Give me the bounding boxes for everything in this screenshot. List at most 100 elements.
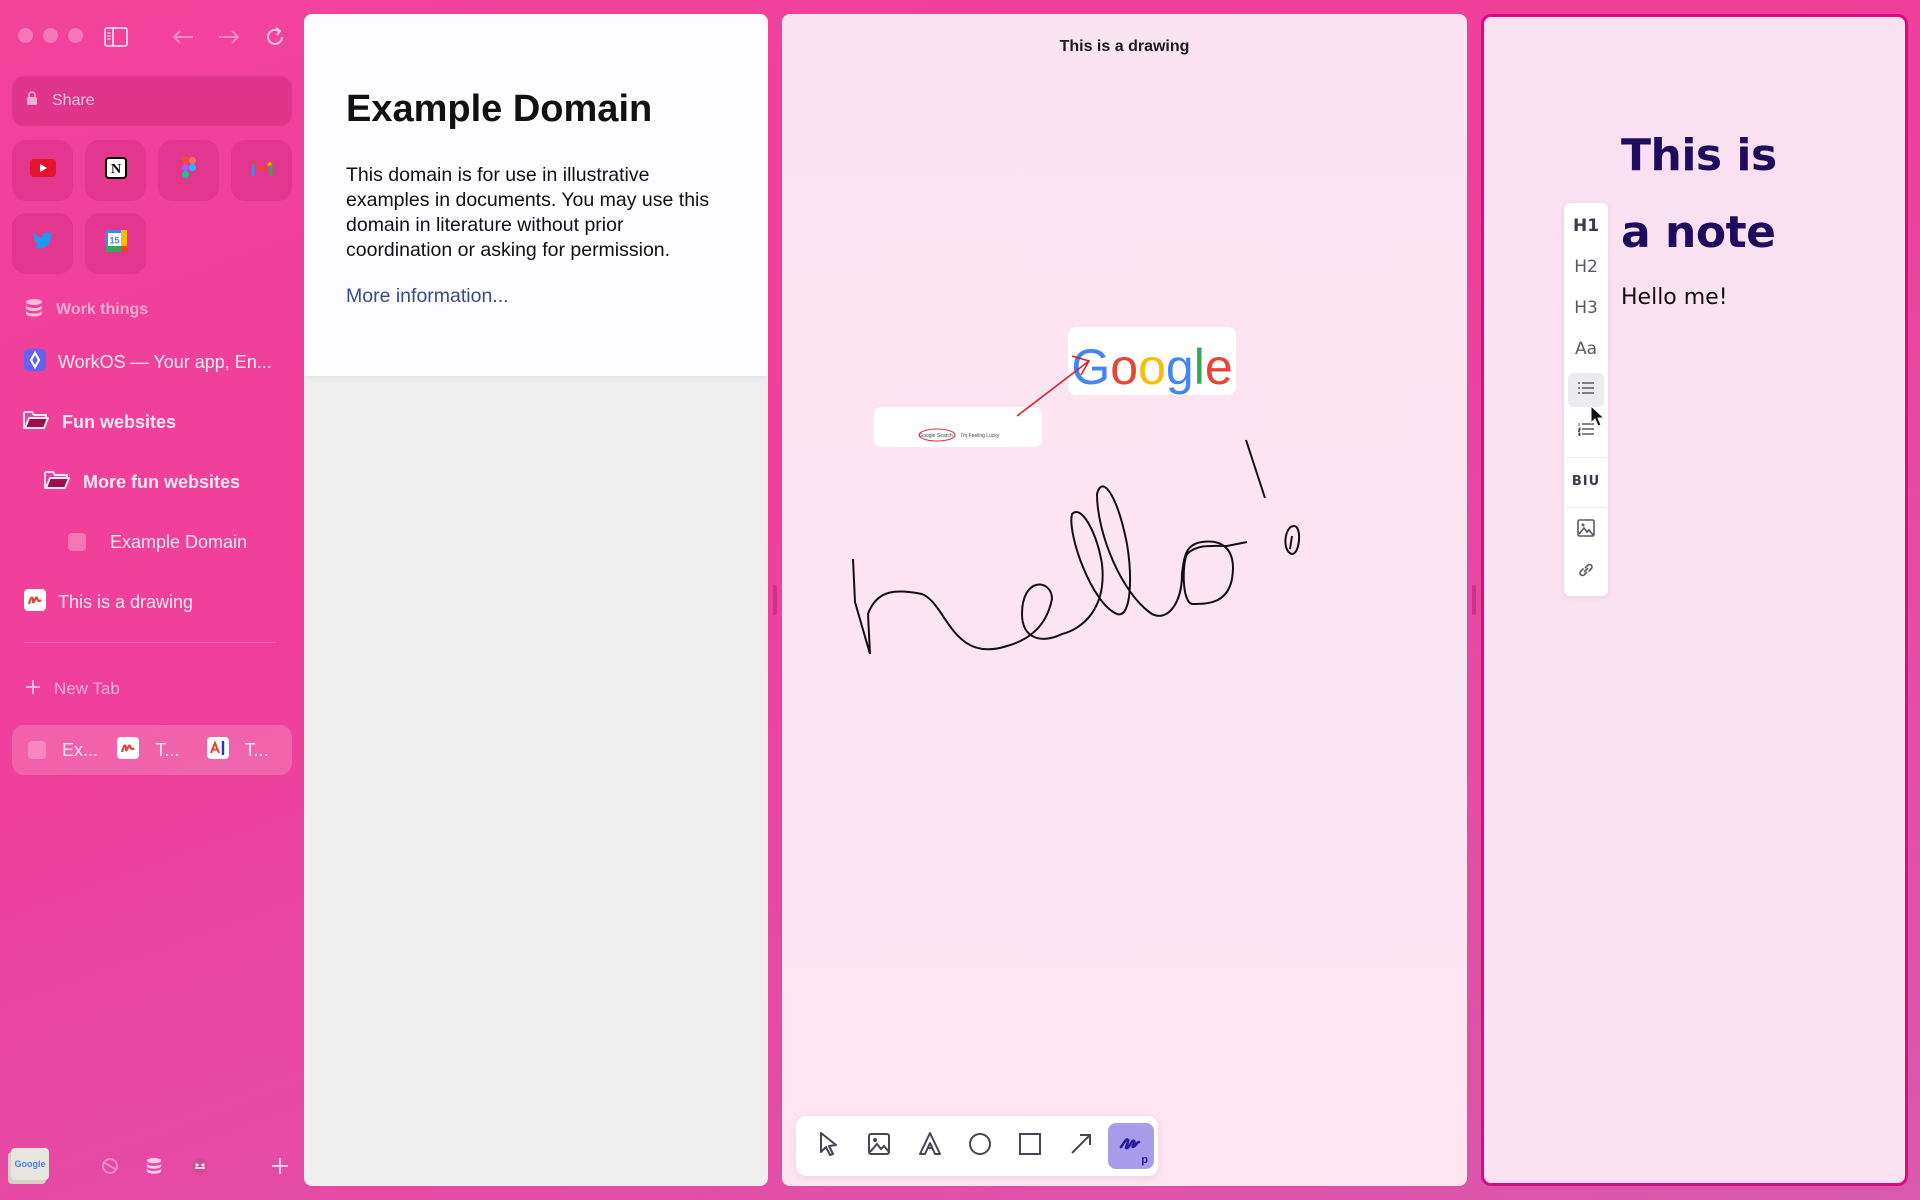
sidebar-item-workos[interactable]: WorkOS — Your app, En... [0, 344, 300, 380]
tool-select[interactable] [806, 1123, 852, 1169]
google-search-button-label: Google Search [919, 433, 953, 439]
forward-arrow-icon[interactable] [216, 24, 242, 50]
maximize-window-button[interactable] [68, 28, 83, 43]
sidebar-folder-fun-websites[interactable]: Fun websites [0, 404, 300, 440]
new-tab-label: New Tab [54, 679, 120, 698]
sidebar: Share N 15 Work things WorkOS — Your app… [0, 0, 300, 1200]
space-emoji-icon[interactable] [190, 1156, 210, 1181]
plus-icon [24, 678, 42, 701]
split-tab-label: T... [155, 739, 180, 760]
format-h2-button[interactable]: H2 [1568, 250, 1604, 284]
note-title[interactable]: This is a note [1621, 117, 1777, 271]
back-arrow-icon[interactable] [170, 24, 196, 50]
sidebar-item-drawing[interactable]: This is a drawing [0, 584, 300, 620]
browser-window: Share N 15 Work things WorkOS — Your app… [0, 0, 1920, 1200]
drawing-favicon [117, 736, 140, 764]
split-resize-handle[interactable] [773, 585, 777, 615]
pen-shortcut-label: p [1141, 1154, 1148, 1166]
tool-arrow[interactable] [1058, 1123, 1104, 1169]
tool-ellipse[interactable] [957, 1123, 1003, 1169]
note-title-line1: This is [1621, 130, 1777, 181]
favorite-calendar[interactable]: 15 [85, 213, 146, 274]
arrow-diagonal-icon [1069, 1132, 1093, 1161]
tool-text[interactable] [907, 1123, 953, 1169]
web-page-paragraph: This domain is for use in illustrative e… [346, 164, 710, 261]
google-preview-thumb: Google [14, 1159, 46, 1169]
notion-icon: N [104, 157, 127, 184]
sidebar-item-label: More fun websites [83, 471, 241, 492]
image-icon [1577, 519, 1595, 542]
text-tool-icon [917, 1131, 943, 1162]
favorites-grid: N 15 [12, 140, 292, 274]
split-resize-handle[interactable] [1472, 585, 1476, 615]
url-bar[interactable]: Share [12, 76, 292, 126]
more-information-link[interactable]: More information... [346, 285, 509, 307]
sidebar-divider [24, 642, 276, 643]
favorite-twitter[interactable] [12, 213, 73, 274]
blank-favicon [28, 741, 46, 759]
format-bullet-list-button[interactable] [1568, 373, 1604, 408]
archive-icon[interactable] [100, 1156, 120, 1181]
favorite-gmail[interactable] [231, 140, 292, 201]
tool-image[interactable] [856, 1123, 902, 1169]
split-tab-drawing[interactable]: T... [107, 730, 196, 770]
url-text: Share [52, 92, 95, 109]
sidebar-item-example-domain[interactable]: Example Domain [0, 524, 300, 560]
note-panel: This is a note Hello me! H1 H2 H3 Aa BIU [1481, 14, 1908, 1186]
note-favicon [206, 736, 229, 764]
split-tab-example[interactable]: Ex... [18, 730, 107, 770]
format-bold-italic-underline-button[interactable]: BIU [1568, 464, 1604, 498]
note-body[interactable]: Hello me! [1621, 285, 1728, 310]
close-window-button[interactable] [18, 28, 33, 43]
favorite-notion[interactable]: N [85, 140, 146, 201]
gmail-icon [251, 159, 273, 181]
sidebar-folder-more-fun-websites[interactable]: More fun websites [0, 464, 300, 500]
reload-icon[interactable] [262, 24, 288, 50]
twitter-icon [32, 232, 54, 255]
web-panel-example-domain: Example Domain This domain is for use in… [304, 14, 768, 1186]
drawing-panel: This is a drawing Google Google Search I… [782, 14, 1467, 1186]
folder-open-icon [43, 469, 71, 496]
new-tab-button[interactable]: New Tab [0, 671, 300, 707]
sidebar-toggle-icon[interactable] [103, 24, 129, 50]
split-view-tab[interactable]: Ex... T... T... [12, 725, 292, 775]
cursor-arrow-icon [818, 1131, 840, 1162]
exclamation-stroke[interactable] [1245, 439, 1266, 499]
circle-icon [968, 1132, 992, 1161]
google-logo-text: Google [1071, 339, 1232, 395]
favorite-youtube[interactable] [12, 140, 73, 201]
lock-icon [26, 91, 38, 111]
tool-pen[interactable]: p [1107, 1123, 1154, 1169]
format-body-text-button[interactable]: Aa [1568, 332, 1604, 366]
exclamation-dot-stroke[interactable] [1284, 525, 1300, 556]
bullet-list-icon [1577, 380, 1595, 400]
favorite-figma[interactable] [158, 140, 219, 201]
drawing-canvas[interactable]: Google Google Search I'm Feeling Lucky [782, 14, 1467, 1186]
space-header-work-things[interactable]: Work things [0, 292, 300, 328]
sidebar-bottom-bar: Google [8, 1146, 293, 1186]
web-page-heading: Example Domain [346, 88, 653, 130]
library-preview-button[interactable]: Google [8, 1146, 50, 1186]
database-icon [24, 298, 44, 323]
format-divider [1566, 457, 1606, 459]
format-toolbar: H1 H2 H3 Aa BIU [1564, 203, 1608, 596]
split-tab-note[interactable]: T... [197, 730, 286, 770]
format-image-button[interactable] [1568, 514, 1604, 548]
google-search-box-image[interactable]: Google Search I'm Feeling Lucky [874, 407, 1042, 447]
format-h1-button[interactable]: H1 [1568, 209, 1604, 243]
link-icon [1577, 561, 1595, 584]
format-link-button[interactable] [1568, 555, 1604, 589]
figma-icon [181, 157, 196, 184]
hello-handwriting-stroke[interactable] [852, 485, 1248, 655]
drawing-toolbar: p [796, 1116, 1158, 1176]
space-database-icon[interactable] [145, 1156, 163, 1181]
feeling-lucky-label: I'm Feeling Lucky [961, 433, 1000, 439]
minimize-window-button[interactable] [43, 28, 58, 43]
sidebar-item-label: Fun websites [62, 411, 177, 432]
format-divider [1566, 507, 1606, 508]
tool-rectangle[interactable] [1007, 1123, 1053, 1169]
google-logo-image[interactable]: Google [1068, 327, 1236, 395]
new-space-plus-icon[interactable] [270, 1156, 290, 1181]
svg-text:15: 15 [109, 236, 119, 246]
format-h3-button[interactable]: H3 [1568, 291, 1604, 325]
